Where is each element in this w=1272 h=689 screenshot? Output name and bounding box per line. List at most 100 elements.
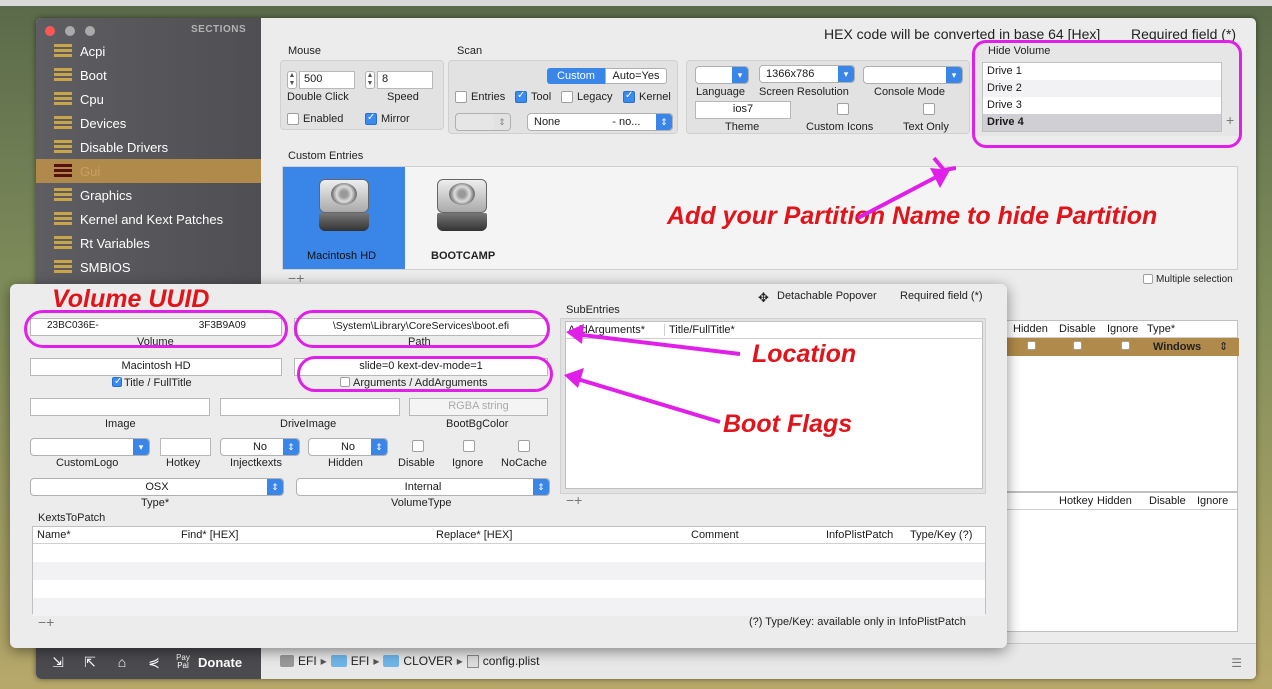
- sidebar-item-devices[interactable]: Devices: [36, 111, 261, 135]
- crumb-config[interactable]: config.plist: [483, 654, 540, 668]
- minimize-button[interactable]: [65, 26, 75, 36]
- type-popup[interactable]: OSX ⇕: [30, 478, 284, 496]
- sidebar-item-rt-variables[interactable]: Rt Variables: [36, 231, 261, 255]
- ignore-checkbox[interactable]: [463, 440, 475, 452]
- column-header[interactable]: Name*: [37, 529, 71, 541]
- column-header[interactable]: Disable: [1059, 323, 1096, 335]
- type-label: Type*: [141, 497, 170, 509]
- donate-button[interactable]: Donate: [198, 655, 242, 670]
- list-view-icon[interactable]: ☰: [1231, 656, 1242, 670]
- scan-none-suffix: - no...: [612, 116, 641, 128]
- close-button[interactable]: [45, 26, 55, 36]
- sidebar-item-graphics[interactable]: Graphics: [36, 183, 261, 207]
- title-checkbox[interactable]: [112, 376, 122, 387]
- ignore-checkbox[interactable]: [1121, 341, 1130, 350]
- inject-kexts-popup[interactable]: No ⇕: [220, 438, 300, 456]
- image-input[interactable]: [30, 398, 210, 416]
- double-click-stepper[interactable]: ▲ ▼: [287, 71, 297, 89]
- speed-label: Speed: [387, 91, 419, 103]
- scan-empty-popup[interactable]: ⇕: [455, 113, 511, 131]
- console-mode-popup[interactable]: ▾: [863, 66, 963, 84]
- entry-macintosh-hd[interactable]: Macintosh HD: [283, 167, 405, 269]
- legacy-checkbox[interactable]: [561, 91, 573, 103]
- sidebar-item-kernel-and-kext-patches[interactable]: Kernel and Kext Patches: [36, 207, 261, 231]
- column-header[interactable]: Disable: [1149, 495, 1186, 507]
- disable-checkbox[interactable]: [1073, 341, 1082, 350]
- speed-input[interactable]: 8: [377, 71, 433, 89]
- scan-none-popup[interactable]: None - no... ⇕: [527, 113, 673, 131]
- kexts-add-remove[interactable]: −+: [38, 614, 54, 630]
- type-value[interactable]: Windows: [1153, 341, 1201, 353]
- sidebar-item-gui[interactable]: Gui: [36, 159, 261, 183]
- column-header[interactable]: Replace* [HEX]: [436, 529, 512, 541]
- path-highlight: [294, 310, 550, 348]
- column-header[interactable]: Comment: [691, 529, 739, 541]
- nocache-checkbox[interactable]: [518, 440, 530, 452]
- column-header[interactable]: InfoPlistPatch: [826, 529, 893, 541]
- sidebar-item-boot[interactable]: Boot: [36, 63, 261, 87]
- text-only-checkbox[interactable]: [923, 103, 935, 115]
- bg-color-input[interactable]: RGBA string: [409, 398, 548, 416]
- drive-image-input[interactable]: [220, 398, 400, 416]
- sidebar-item-disable-drivers[interactable]: Disable Drivers: [36, 135, 261, 159]
- list-icon: [54, 236, 72, 250]
- theme-input[interactable]: ios7: [695, 101, 791, 119]
- scan-title: Scan: [457, 45, 483, 57]
- scan-auto-button[interactable]: Auto=Yes: [605, 68, 667, 84]
- title-label: Title / FullTitle: [124, 377, 192, 389]
- crumb-efi[interactable]: EFI: [351, 654, 370, 668]
- column-header[interactable]: Hidden: [1097, 495, 1132, 507]
- double-click-input[interactable]: 500: [299, 71, 355, 89]
- hidden-checkbox[interactable]: [1027, 341, 1036, 350]
- right-table2-header: Hotkey Hidden Disable Ignore: [1007, 493, 1237, 510]
- resolution-popup[interactable]: 1366x786 ▾: [759, 65, 855, 83]
- sidebar-item-smbios[interactable]: SMBIOS: [36, 255, 261, 279]
- custom-icons-checkbox[interactable]: [837, 103, 849, 115]
- disable-checkbox[interactable]: [412, 440, 424, 452]
- home-icon[interactable]: ⌂: [106, 650, 138, 674]
- kexts-title: KextsToPatch: [38, 512, 106, 524]
- crumb-efi-disk[interactable]: EFI: [298, 654, 317, 668]
- type-stepper-icon[interactable]: ⇕: [1219, 340, 1228, 353]
- sidebar-item-label: Boot: [80, 67, 107, 83]
- hidden-popup[interactable]: No ⇕: [308, 438, 388, 456]
- enabled-checkbox[interactable]: [287, 113, 299, 125]
- kernel-checkbox[interactable]: [623, 90, 635, 103]
- entries-checkbox[interactable]: [455, 91, 467, 103]
- title-input[interactable]: Macintosh HD: [30, 358, 282, 376]
- tool-checkbox[interactable]: [515, 90, 527, 103]
- zoom-button[interactable]: [85, 26, 95, 36]
- hotkey-input[interactable]: [160, 438, 211, 456]
- custom-logo-label: CustomLogo: [56, 457, 119, 469]
- inject-kexts-value: No: [252, 441, 268, 453]
- sidebar-item-acpi[interactable]: Acpi: [36, 39, 261, 63]
- column-header[interactable]: Ignore: [1107, 323, 1138, 335]
- volume-type-popup[interactable]: Internal ⇕: [296, 478, 550, 496]
- table-row[interactable]: Windows ⇕: [1007, 338, 1239, 356]
- crumb-clover[interactable]: CLOVER: [403, 654, 452, 668]
- speed-stepper[interactable]: ▲ ▼: [365, 71, 375, 89]
- popover-required: Required field (*): [900, 290, 983, 302]
- subentries-add-remove[interactable]: −+: [566, 492, 582, 508]
- kexts-footnote: (?) Type/Key: available only in InfoPlis…: [749, 616, 966, 628]
- paypal-icon[interactable]: Pay Pal: [170, 650, 196, 674]
- language-popup[interactable]: ▾: [695, 66, 749, 84]
- column-header[interactable]: Type*: [1147, 323, 1175, 335]
- column-header[interactable]: Find* [HEX]: [181, 529, 238, 541]
- scan-custom-button[interactable]: Custom: [547, 68, 605, 84]
- entry-bootcamp[interactable]: BOOTCAMP: [411, 167, 515, 269]
- disable-label: Disable: [398, 457, 435, 469]
- column-header[interactable]: Hidden: [1013, 323, 1048, 335]
- share-icon[interactable]: ⋞: [138, 650, 170, 674]
- import-icon[interactable]: ⇲: [42, 650, 74, 674]
- custom-logo-popup[interactable]: ▾: [30, 438, 150, 456]
- sidebar-item-cpu[interactable]: Cpu: [36, 87, 261, 111]
- column-header[interactable]: Ignore: [1197, 495, 1228, 507]
- column-header[interactable]: Hotkey: [1059, 495, 1093, 507]
- move-icon[interactable]: ✥: [758, 290, 769, 306]
- mirror-checkbox[interactable]: [365, 112, 377, 125]
- export-icon[interactable]: ⇱: [74, 650, 106, 674]
- multiple-selection-checkbox[interactable]: [1143, 274, 1153, 284]
- list-icon: [54, 188, 72, 202]
- column-header[interactable]: Type/Key (?): [910, 529, 972, 541]
